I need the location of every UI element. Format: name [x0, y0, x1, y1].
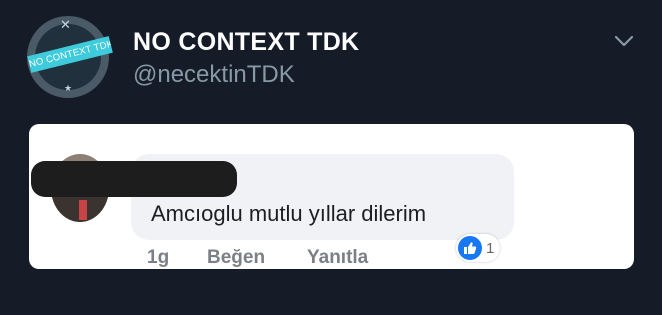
avatar-photo-detail [79, 200, 87, 220]
thumbs-up-glyph [464, 242, 477, 254]
chevron-down-icon[interactable] [614, 34, 634, 48]
reply-link[interactable]: Yanıtla [307, 247, 368, 269]
reaction-count: 1 [486, 239, 495, 257]
like-link[interactable]: Beğen [207, 247, 265, 269]
crossed-swords-icon: ✕ [60, 17, 71, 32]
comment-screenshot-card: Amcıoglu mutlu yıllar dilerim 1g Beğen Y… [29, 124, 634, 269]
thumbs-up-icon [458, 236, 482, 260]
display-name[interactable]: NO CONTEXT TDK [133, 28, 359, 57]
redacted-author-name [31, 161, 237, 197]
reaction-badge[interactable]: 1 [456, 234, 501, 262]
comment-time: 1g [147, 247, 170, 268]
comment-text: Amcıoglu mutlu yıllar dilerim [151, 201, 427, 226]
star-icon: ★ [64, 83, 73, 93]
tweet-header: ✕ NO CONTEXT TDK ★ NO CONTEXT TDK @necek… [0, 0, 662, 115]
username[interactable]: @necektinTDK [133, 61, 295, 89]
